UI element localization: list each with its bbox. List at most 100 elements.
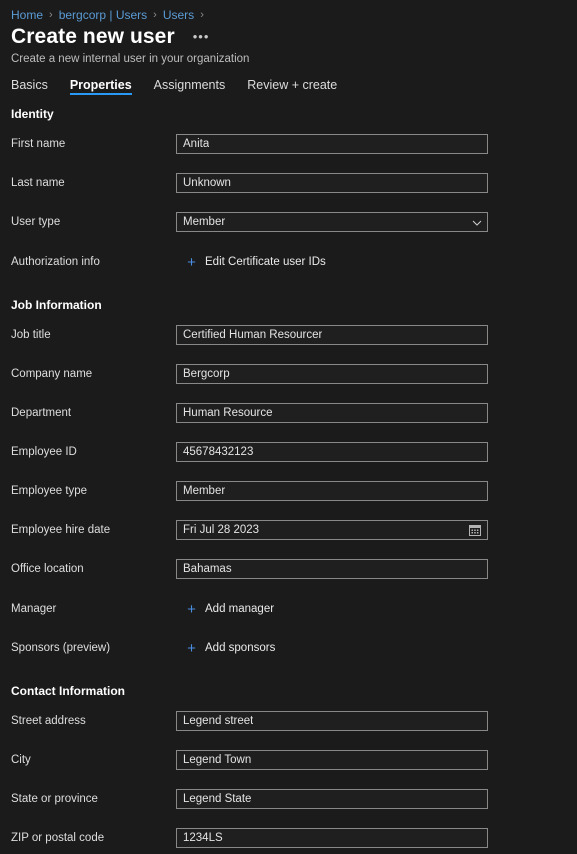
add-manager-label: Add manager (205, 603, 275, 615)
breadcrumb: Home › bergcorp | Users › Users › (0, 0, 577, 22)
edit-certificate-user-ids-button[interactable]: + Edit Certificate user IDs (176, 252, 577, 272)
street-address-input[interactable]: Legend street (176, 711, 488, 731)
add-sponsors-button[interactable]: + Add sponsors (176, 638, 577, 658)
employee-hire-date-value: Fri Jul 28 2023 (183, 524, 260, 536)
field-row-user-type: User type Member (11, 208, 577, 236)
street-address-value: Legend street (183, 715, 254, 727)
employee-hire-date-label: Employee hire date (11, 524, 111, 536)
field-row-job-title: Job title Certified Human Resourcer (11, 321, 577, 349)
state-or-province-input[interactable]: Legend State (176, 789, 488, 809)
office-location-label: Office location (11, 563, 84, 575)
office-location-input[interactable]: Bahamas (176, 559, 488, 579)
field-row-employee-id: Employee ID 45678432123 (11, 438, 577, 466)
field-row-authorization-info: Authorization info + Edit Certificate us… (11, 248, 577, 276)
city-value: Legend Town (183, 754, 252, 766)
properties-form: Identity First name Anita Last name Unkn… (0, 107, 577, 854)
tab-bar: Basics Properties Assignments Review + c… (0, 65, 577, 97)
office-location-value: Bahamas (183, 563, 232, 575)
employee-id-value: 45678432123 (183, 446, 254, 458)
chevron-down-icon (472, 218, 482, 226)
field-row-street-address: Street address Legend street (11, 707, 577, 735)
breadcrumb-separator-icon: › (49, 9, 53, 21)
job-title-input[interactable]: Certified Human Resourcer (176, 325, 488, 345)
first-name-input[interactable]: Anita (176, 134, 488, 154)
zip-or-postal-code-input[interactable]: 1234LS (176, 828, 488, 848)
plus-icon: + (187, 253, 196, 271)
department-value: Human Resource (183, 407, 273, 419)
section-header-identity: Identity (11, 107, 54, 121)
first-name-label: First name (11, 138, 66, 150)
edit-certificate-user-ids-label: Edit Certificate user IDs (205, 256, 326, 268)
user-type-value: Member (183, 216, 226, 228)
company-name-value: Bergcorp (183, 368, 230, 380)
zip-or-postal-code-value: 1234LS (183, 832, 223, 844)
field-row-employee-type: Employee type Member (11, 477, 577, 505)
employee-type-value: Member (183, 485, 226, 497)
authorization-info-label: Authorization info (11, 256, 100, 268)
sponsors-label: Sponsors (preview) (11, 642, 111, 654)
section-header-contact-information: Contact Information (11, 684, 125, 698)
add-sponsors-label: Add sponsors (205, 642, 276, 654)
calendar-icon[interactable] (469, 524, 481, 536)
city-input[interactable]: Legend Town (176, 750, 488, 770)
breadcrumb-separator-icon: › (153, 9, 157, 21)
plus-icon: + (187, 639, 196, 657)
company-name-label: Company name (11, 368, 93, 380)
page-title: Create new user (11, 25, 175, 48)
tab-properties[interactable]: Properties (59, 78, 143, 97)
employee-id-label: Employee ID (11, 446, 77, 458)
department-input[interactable]: Human Resource (176, 403, 488, 423)
last-name-label: Last name (11, 177, 65, 189)
page-header: Create new user ••• (0, 22, 577, 49)
street-address-label: Street address (11, 715, 86, 727)
manager-label: Manager (11, 603, 57, 615)
state-or-province-label: State or province (11, 793, 98, 805)
state-or-province-value: Legend State (183, 793, 252, 805)
more-options-icon[interactable]: ••• (189, 27, 214, 46)
job-title-value: Certified Human Resourcer (183, 329, 323, 341)
employee-type-label: Employee type (11, 485, 88, 497)
field-row-city: City Legend Town (11, 746, 577, 774)
first-name-value: Anita (183, 138, 210, 150)
last-name-input[interactable]: Unknown (176, 173, 488, 193)
add-manager-button[interactable]: + Add manager (176, 599, 577, 619)
field-row-state-or-province: State or province Legend State (11, 785, 577, 813)
field-row-employee-hire-date: Employee hire date Fri Jul 28 2023 (11, 516, 577, 544)
user-type-label: User type (11, 216, 61, 228)
breadcrumb-item-home[interactable]: Home (11, 8, 43, 22)
field-row-office-location: Office location Bahamas (11, 555, 577, 583)
city-label: City (11, 754, 31, 766)
field-row-sponsors: Sponsors (preview) + Add sponsors (11, 634, 577, 662)
employee-type-input[interactable]: Member (176, 481, 488, 501)
employee-hire-date-input[interactable]: Fri Jul 28 2023 (176, 520, 488, 540)
tab-assignments[interactable]: Assignments (143, 78, 237, 97)
plus-icon: + (187, 600, 196, 618)
section-header-job-information: Job Information (11, 298, 102, 312)
field-row-last-name: Last name Unknown (11, 169, 577, 197)
last-name-value: Unknown (183, 177, 231, 189)
tab-basics[interactable]: Basics (11, 78, 59, 97)
department-label: Department (11, 407, 72, 419)
field-row-department: Department Human Resource (11, 399, 577, 427)
zip-or-postal-code-label: ZIP or postal code (11, 832, 105, 844)
company-name-input[interactable]: Bergcorp (176, 364, 488, 384)
breadcrumb-item-users[interactable]: Users (163, 8, 194, 22)
tab-review-create[interactable]: Review + create (236, 78, 348, 97)
user-type-select[interactable]: Member (176, 212, 488, 232)
breadcrumb-item-tenant-users[interactable]: bergcorp | Users (59, 8, 147, 22)
field-row-company-name: Company name Bergcorp (11, 360, 577, 388)
field-row-zip-or-postal-code: ZIP or postal code 1234LS (11, 824, 577, 852)
employee-id-input[interactable]: 45678432123 (176, 442, 488, 462)
